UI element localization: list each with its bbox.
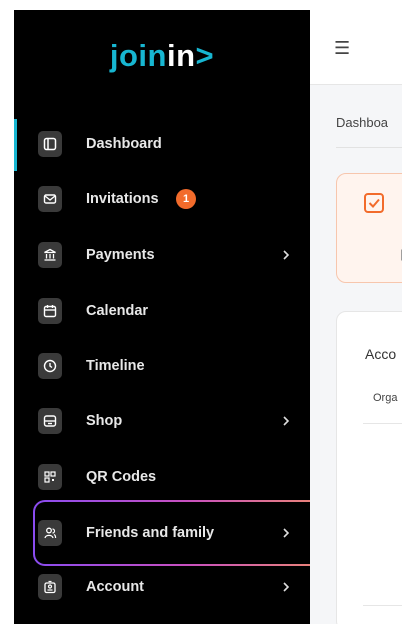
table-column-header: Orga [373,392,398,404]
sidebar-item-label: Dashboard [86,136,162,152]
logo-text-in: in [166,38,196,73]
checkbox-icon [364,193,384,213]
sidebar-item-invitations[interactable]: Invitations 1 [14,174,310,224]
hamburger-icon[interactable]: ☰ [334,38,350,59]
chevron-right-icon [283,250,290,260]
sidebar-item-label: Timeline [86,358,145,374]
account-card-title: Acco [365,346,397,362]
qr-code-icon [38,464,62,490]
sidebar: joinin> Dashboard Invitations 1 Payments [14,10,338,624]
sidebar-item-friends-and-family[interactable]: Friends and family [14,508,310,558]
notification-badge: 1 [176,189,196,209]
breadcrumb[interactable]: Dashboa [336,115,388,130]
sidebar-item-label: Account [86,579,144,595]
divider [363,605,402,606]
account-icon [38,574,62,600]
envelope-icon [38,186,62,212]
sidebar-item-timeline[interactable]: Timeline [14,341,310,391]
divider [336,147,402,148]
sidebar-item-label: Friends and family [86,525,215,541]
window-edge [0,0,14,624]
sidebar-item-label: Calendar [86,303,149,319]
sidebar-item-label: Shop [86,413,123,429]
account-card: Acco Orga [336,311,402,624]
alert-card: | [336,173,402,283]
sidebar-item-label: QR Codes [86,469,157,485]
sidebar-item-payments[interactable]: Payments [14,230,310,280]
main-content: Dashboa | Acco Orga [310,85,402,624]
sidebar-item-label: Payments [86,247,155,263]
chevron-right-icon [283,528,290,538]
chevron-right-icon [283,416,290,426]
people-icon [38,520,62,546]
sidebar-item-qr-codes[interactable]: QR Codes [14,452,310,502]
app-logo[interactable]: joinin> [14,38,310,74]
logo-text-join: join [109,38,167,73]
clock-icon [38,353,62,379]
sidebar-item-dashboard[interactable]: Dashboard [14,119,310,169]
top-header: ☰ [310,10,402,85]
calendar-icon [38,298,62,324]
shop-icon [38,408,62,434]
sidebar-item-label: Invitations [86,191,159,207]
logo-arrow: > [195,38,215,73]
sidebar-item-calendar[interactable]: Calendar [14,286,310,336]
bank-icon [38,242,62,268]
chevron-right-icon [283,582,290,592]
divider [363,423,402,424]
sidebar-item-account[interactable]: Account [14,562,310,612]
sidebar-item-shop[interactable]: Shop [14,396,310,446]
dashboard-icon [38,131,62,157]
app-window: joinin> Dashboard Invitations 1 Payments [0,0,402,624]
